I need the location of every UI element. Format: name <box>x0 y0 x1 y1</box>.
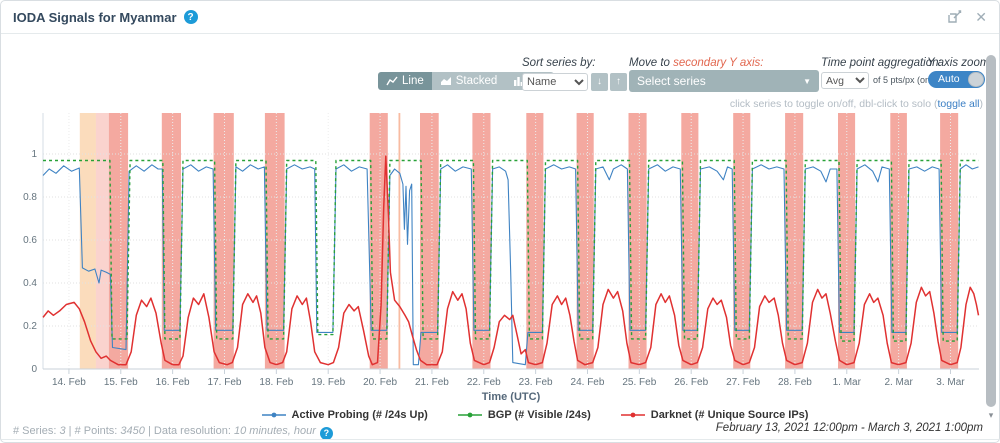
outage-band <box>96 113 109 369</box>
x-axis-tick-label: 14. Feb <box>52 377 86 388</box>
x-axis-tick-label: 2. Mar <box>884 377 913 388</box>
bgp-marker-icon <box>458 411 482 419</box>
footer-divider <box>1 439 999 440</box>
scrollbar-thumb[interactable] <box>986 55 996 407</box>
y-axis-tick-label: 0.6 <box>23 235 37 246</box>
scrollbar-down-icon[interactable]: ▾ <box>986 410 996 421</box>
time-range: February 13, 2021 12:00pm - March 3, 202… <box>716 422 983 434</box>
outage-band <box>526 113 543 369</box>
darknet-marker-icon <box>621 411 645 419</box>
x-axis-tick-label: 25. Feb <box>622 377 656 388</box>
y-axis-tick-label: 0 <box>31 364 37 375</box>
x-axis-tick-label: 27. Feb <box>726 377 760 388</box>
x-axis-tick-label: 17. Feb <box>208 377 242 388</box>
x-axis-tick-label: 18. Feb <box>259 377 293 388</box>
x-axis-title: Time (UTC) <box>482 391 541 403</box>
outage-band <box>420 113 439 369</box>
chart-meta: # Series: 3 | # Points: 3450 | Data reso… <box>13 425 333 440</box>
active-probing-marker-icon <box>262 411 286 419</box>
x-axis-tick-label: 26. Feb <box>674 377 708 388</box>
x-axis-tick-label: 16. Feb <box>156 377 190 388</box>
y-axis-tick-label: 0.2 <box>23 321 37 332</box>
outage-band <box>399 113 401 369</box>
x-axis-tick-label: 24. Feb <box>571 377 605 388</box>
x-axis-tick-label: 23. Feb <box>519 377 553 388</box>
chart-legend: Active Probing (# /24s Up) BGP (# Visibl… <box>1 409 999 421</box>
legend-item-bgp[interactable]: BGP (# Visible /24s) <box>458 409 591 421</box>
outage-band <box>940 113 958 369</box>
legend-item-active-probing[interactable]: Active Probing (# /24s Up) <box>262 409 428 421</box>
x-axis-tick-label: 3. Mar <box>936 377 965 388</box>
signals-chart: 0 0.2 0.4 0.6 0.8 1 14. Feb 15. Feb 16. Feb 17. F… <box>1 1 1000 443</box>
y-axis-tick-label: 0.8 <box>23 192 37 203</box>
help-icon[interactable]: ? <box>320 427 333 440</box>
x-axis-tick-label: 22. Feb <box>467 377 501 388</box>
y-axis-tick-label: 1 <box>31 149 37 160</box>
x-axis-tick-label: 28. Feb <box>778 377 812 388</box>
x-axis-tick-label: 21. Feb <box>415 377 449 388</box>
y-axis-tick-label: 0.4 <box>23 278 37 289</box>
legend-item-darknet[interactable]: Darknet (# Unique Source IPs) <box>621 409 809 421</box>
x-axis-tick-label: 20. Feb <box>363 377 397 388</box>
x-axis-tick-label: 19. Feb <box>311 377 345 388</box>
x-axis-tick-label: 15. Feb <box>104 377 138 388</box>
x-axis-tick-label: 1. Mar <box>833 377 862 388</box>
ioda-signals-panel: IODA Signals for Myanmar ? ✕ Line Stacke… <box>0 0 1000 443</box>
